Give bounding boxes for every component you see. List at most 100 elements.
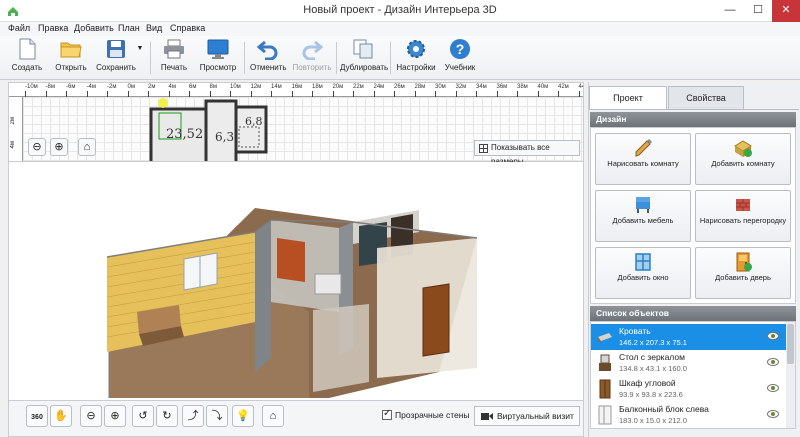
- object-dimensions: 134.8 x 43.1 x 160.0: [619, 364, 687, 373]
- redo-button[interactable]: Повторить: [292, 38, 332, 78]
- menu-file[interactable]: Файл: [8, 23, 30, 33]
- undo-button[interactable]: Отменить: [250, 38, 287, 78]
- object-dimensions: 93.9 x 93.8 x 223.6: [619, 390, 683, 399]
- ruler-tick-label: -4м: [86, 84, 96, 90]
- redo-label: Повторить: [292, 63, 332, 72]
- visibility-eye-icon[interactable]: [767, 410, 779, 418]
- pan-hand-button[interactable]: ✋: [50, 405, 72, 427]
- tilt-up-button[interactable]: ⤴: [182, 405, 204, 427]
- tilt-down-icon: ⤵: [211, 410, 223, 422]
- rotate-right-button[interactable]: ↻: [156, 405, 178, 427]
- menu-bar: Файл Правка Добавить План Вид Справка: [0, 22, 800, 36]
- tutorial-button[interactable]: ? Учебник: [442, 38, 478, 78]
- preview-button[interactable]: Просмотр: [198, 38, 238, 78]
- ruler-tick-label: 34м: [476, 84, 487, 90]
- ruler-v-label: 2м: [10, 117, 16, 125]
- rotate-360-button[interactable]: 360: [26, 405, 48, 427]
- save-button[interactable]: Сохранить: [96, 38, 136, 78]
- print-button[interactable]: Печать: [158, 38, 190, 78]
- 3d-view[interactable]: [8, 162, 584, 400]
- rotate-right-icon: ↻: [162, 410, 172, 422]
- room-area-label: 6,8: [245, 115, 263, 128]
- ruler-tick-label: 14м: [271, 84, 282, 90]
- draw-partition-button[interactable]: Нарисовать перегородку: [695, 190, 791, 242]
- rotate-left-button[interactable]: ↺: [132, 405, 154, 427]
- rotate-left-icon: ↺: [138, 410, 148, 422]
- object-list-scrollbar[interactable]: [786, 322, 795, 428]
- camera-icon: [481, 413, 493, 420]
- list-item[interactable]: Шкаф угловой 93.9 x 93.8 x 223.6: [591, 376, 787, 402]
- settings-label: Настройки: [396, 63, 436, 72]
- save-dropdown[interactable]: ▼: [136, 38, 144, 78]
- open-button[interactable]: Открыть: [54, 38, 88, 78]
- help-question-icon: ?: [450, 39, 470, 59]
- ruler-tick-label: 30м: [435, 84, 446, 90]
- visibility-eye-icon[interactable]: [767, 332, 779, 340]
- menu-help[interactable]: Справка: [170, 23, 205, 33]
- add-room-label: Добавить комнату: [711, 159, 775, 168]
- draw-room-button[interactable]: Нарисовать комнату: [595, 133, 691, 185]
- virtual-visit-button[interactable]: Виртуальный визит: [474, 406, 580, 426]
- ruler-tick-label: -6м: [66, 84, 76, 90]
- ruler-tick-label: -8м: [45, 84, 55, 90]
- ruler-tick-label: 2м: [148, 84, 156, 90]
- tab-properties[interactable]: Свойства: [668, 86, 744, 110]
- balcony-door-icon: [598, 405, 612, 425]
- light-button[interactable]: 💡: [232, 405, 254, 427]
- object-name: Балконный блок слева: [619, 404, 709, 414]
- ruler-tick-label: 12м: [250, 84, 262, 90]
- zoom-in-button[interactable]: ⊕: [50, 138, 68, 156]
- title-bar: Новый проект - Дизайн Интерьера 3D — ☐ ✕: [0, 0, 800, 22]
- visibility-eye-icon[interactable]: [767, 384, 779, 392]
- transparent-walls-checkbox[interactable]: Прозрачные стены: [382, 408, 470, 420]
- menu-view[interactable]: Вид: [146, 23, 162, 33]
- menu-edit[interactable]: Правка: [38, 23, 68, 33]
- settings-button[interactable]: Настройки: [394, 38, 438, 78]
- partition-icon: [736, 199, 750, 211]
- list-item[interactable]: Стол с зеркалом 134.8 x 43.1 x 160.0: [591, 350, 787, 376]
- gear-icon: [407, 40, 425, 58]
- ruler-tick-label: 22м: [353, 84, 364, 90]
- add-room-icon: [734, 140, 752, 157]
- list-item[interactable]: Балконный блок слева 183.0 x 15.0 x 212.…: [591, 402, 787, 428]
- door-icon: [736, 252, 752, 272]
- menu-plan[interactable]: План: [118, 23, 140, 33]
- checkbox-checked[interactable]: [382, 408, 392, 420]
- objects-section-header: Список объектов: [590, 306, 796, 321]
- close-button[interactable]: ✕: [772, 0, 800, 22]
- dresser-icon: [599, 354, 611, 371]
- room-area-label: 6,3: [215, 130, 235, 144]
- zoom-in-3d-button[interactable]: ⊕: [104, 405, 126, 427]
- list-item[interactable]: Кровать 146.2 x 207.3 x 75.1: [591, 324, 787, 350]
- zoom-out-button[interactable]: ⊖: [28, 138, 46, 156]
- create-button[interactable]: Создать: [10, 38, 44, 78]
- show-all-sizes-button[interactable]: Показывать все размеры: [474, 140, 580, 166]
- zoom-out-3d-button[interactable]: ⊖: [80, 405, 102, 427]
- add-furniture-button[interactable]: Добавить мебель: [595, 190, 691, 242]
- maximize-button[interactable]: ☐: [744, 0, 772, 22]
- ruler-tick-label: 28м: [414, 84, 426, 90]
- home-button[interactable]: ⌂: [78, 138, 96, 156]
- minimize-button[interactable]: —: [716, 0, 744, 22]
- ruler-tick-label: -2м: [107, 84, 117, 90]
- printer-icon: [164, 39, 184, 59]
- ruler-tick-label: 8м: [209, 84, 217, 90]
- room-area-label: 23,52: [166, 127, 204, 142]
- ruler-tick-label: 26м: [394, 84, 405, 90]
- tilt-down-button[interactable]: ⤵: [206, 405, 228, 427]
- grid-icon: [479, 144, 488, 153]
- redo-arrow-icon: [302, 40, 323, 60]
- duplicate-button[interactable]: Дублировать: [340, 38, 388, 78]
- add-room-button[interactable]: Добавить комнату: [695, 133, 791, 185]
- visibility-eye-icon[interactable]: [767, 358, 779, 366]
- menu-add[interactable]: Добавить: [74, 23, 114, 33]
- tab-project[interactable]: Проект: [589, 86, 667, 110]
- scrollbar-thumb[interactable]: [787, 324, 794, 364]
- create-label: Создать: [11, 63, 43, 72]
- add-door-button[interactable]: Добавить дверь: [695, 247, 791, 299]
- toolbar: Создать Открыть Сохранить ▼ Печать Просм…: [0, 36, 800, 80]
- home-3d-button[interactable]: ⌂: [262, 405, 284, 427]
- ruler-v-label: 4м: [10, 141, 16, 149]
- add-window-button[interactable]: Добавить окно: [595, 247, 691, 299]
- 3d-apartment-render[interactable]: [9, 162, 585, 400]
